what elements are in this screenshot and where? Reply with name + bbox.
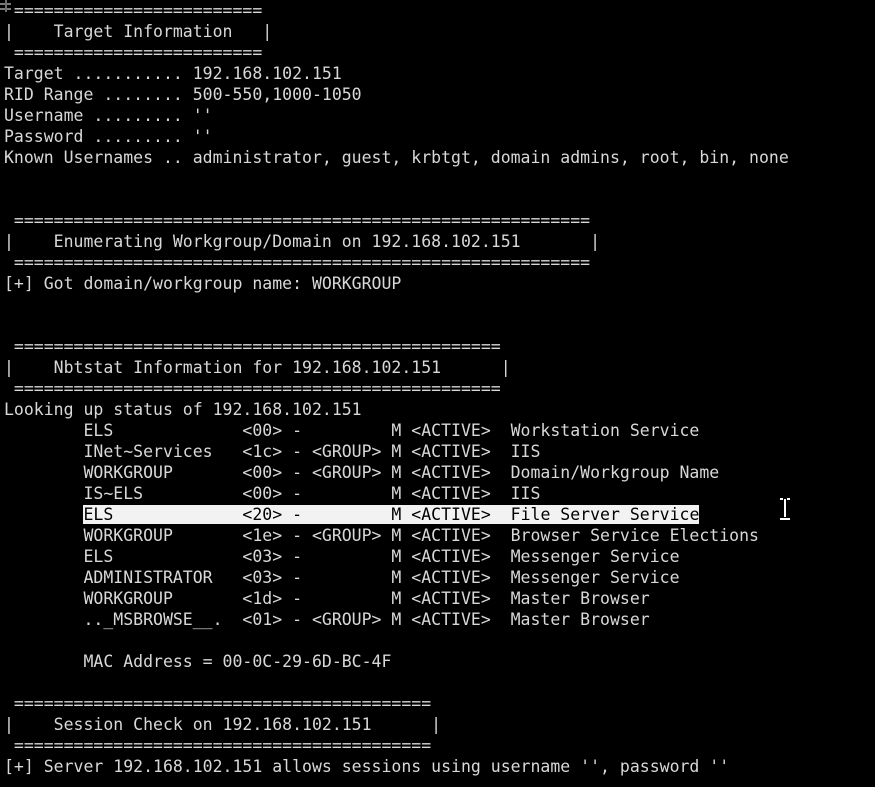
nbtstat-row-indent [4, 505, 83, 524]
nbtstat-row: ELS <03> - M <ACTIVE> Messenger Service [4, 547, 680, 566]
target-field-known-usernames: Known Usernames .. administrator, guest,… [4, 148, 789, 167]
nbtstat-row: IS~ELS <00> - M <ACTIVE> IIS [4, 484, 541, 503]
terminal-output[interactable]: ========================= | Target Infor… [0, 0, 875, 787]
workgroup-rule-bottom: ========================================… [4, 253, 591, 272]
session-check-rule-top: ========================================… [4, 694, 432, 713]
target-field-username: Username ......... '' [4, 106, 213, 125]
nbtstat-row: WORKGROUP <1d> - M <ACTIVE> Master Brows… [4, 589, 650, 608]
target-field-rid-range: RID Range ........ 500-550,1000-1050 [4, 85, 362, 104]
target-field-target: Target ........... 192.168.102.151 [4, 64, 342, 83]
nbtstat-row: WORKGROUP <1e> - <GROUP> M <ACTIVE> Brow… [4, 526, 759, 545]
nbtstat-row-selected[interactable]: ELS <20> - M <ACTIVE> File Server Servic… [0, 504, 875, 525]
nbtstat-row: ELS <00> - M <ACTIVE> Workstation Servic… [4, 421, 700, 440]
target-field-password: Password ......... '' [4, 127, 213, 146]
workgroup-rule-top: ========================================… [4, 211, 591, 230]
session-check-rule-bottom: ========================================… [4, 736, 432, 755]
nbtstat-row-selected-text: ELS <20> - M <ACTIVE> File Server Servic… [83, 505, 700, 524]
nbtstat-row: WORKGROUP <00> - <GROUP> M <ACTIVE> Doma… [4, 463, 720, 482]
nbtstat-row: ADMINISTRATOR <03> - M <ACTIVE> Messenge… [4, 568, 680, 587]
target-info-title: | Target Information | [4, 22, 273, 41]
nbtstat-row: .._MSBROWSE__. <01> - <GROUP> M <ACTIVE>… [4, 610, 650, 629]
nbtstat-rule-bottom: ========================================… [4, 379, 501, 398]
nbtstat-lookup-line: Looking up status of 192.168.102.151 [4, 400, 362, 419]
nbtstat-rule-top: ========================================… [4, 337, 501, 356]
target-info-rule-top: ========================= [4, 1, 263, 20]
target-info-rule-bottom: ========================= [4, 43, 263, 62]
session-check-title: | Session Check on 192.168.102.151 | [4, 715, 442, 734]
workgroup-result: [+] Got domain/workgroup name: WORKGROUP [4, 274, 402, 293]
workgroup-title: | Enumerating Workgroup/Domain on 192.16… [4, 232, 601, 251]
nbtstat-mac-address: MAC Address = 00-0C-29-6D-BC-4F [4, 652, 392, 671]
nbtstat-row: INet~Services <1c> - <GROUP> M <ACTIVE> … [4, 442, 541, 461]
session-check-result: [+] Server 192.168.102.151 allows sessio… [4, 757, 730, 776]
nbtstat-title: | Nbtstat Information for 192.168.102.15… [4, 358, 511, 377]
